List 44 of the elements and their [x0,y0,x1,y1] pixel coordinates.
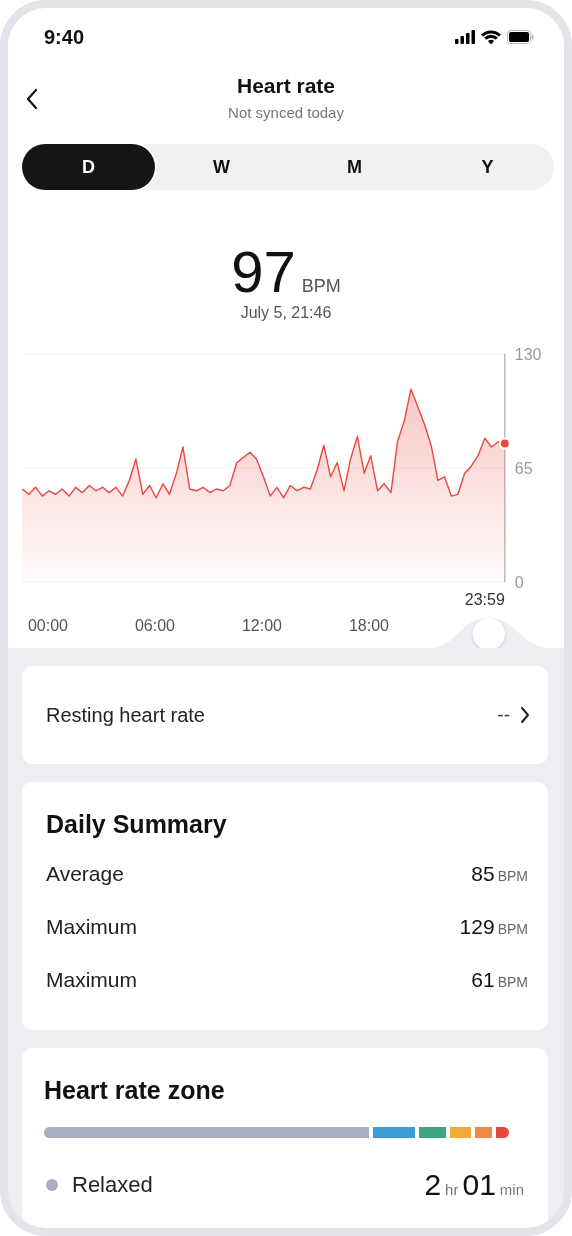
y-tick-label: 65 [514,460,533,477]
page-title: Heart rate [236,74,336,98]
period-tab[interactable]: M [288,144,421,190]
slider-handle[interactable] [472,618,505,648]
y-tick-label: 130 [514,346,542,363]
stat-label: Average [46,861,124,887]
unit-label: BPM [301,276,341,297]
reading-time: July 5, 21:46 [240,304,332,321]
period-tab[interactable]: D [22,144,155,190]
stat-value: 85 [471,862,495,885]
x-tick-label: 12:00 [241,617,282,634]
x-tick-label: 06:00 [134,617,175,634]
unit-label: BPM [497,921,528,937]
data-point [498,437,511,450]
cursor-time: 23:59 [464,591,505,608]
unit-label: BPM [497,974,528,990]
stat-label: Maximum [46,967,137,993]
unit-label: BPM [497,868,528,884]
row-value: -- [497,704,510,726]
chevron-left-icon [26,88,38,110]
battery-icon [507,30,534,44]
heart-rate-value: 97 [231,238,296,305]
card-title: Daily Summary [46,810,227,839]
row-label: Resting heart rate [46,703,205,727]
chevron-right-icon [520,706,530,724]
period-tab[interactable]: W [155,144,288,190]
sync-status: Not synced today [228,104,344,121]
zone-label: Relaxed [72,1172,153,1198]
duration-value: 2 [424,1168,442,1201]
stat-label: Maximum [46,914,137,940]
wifi-icon [481,29,501,45]
x-tick-label: 00:00 [27,617,68,634]
card-title: Heart rate zone [44,1076,225,1105]
unit-label: min [499,1181,524,1198]
duration-value: 01 [462,1168,496,1201]
unit-label: hr [445,1181,459,1198]
resting-heart-rate-row[interactable]: Resting heart rate -- [22,666,548,764]
x-tick-label: 18:00 [348,617,389,634]
stat-value: 61 [471,968,495,991]
period-tab[interactable]: Y [421,144,554,190]
clock-time: 9:40 [44,25,85,49]
y-tick-label: 0 [514,574,524,591]
stat-value: 129 [459,915,495,938]
signal-icon [455,30,475,44]
